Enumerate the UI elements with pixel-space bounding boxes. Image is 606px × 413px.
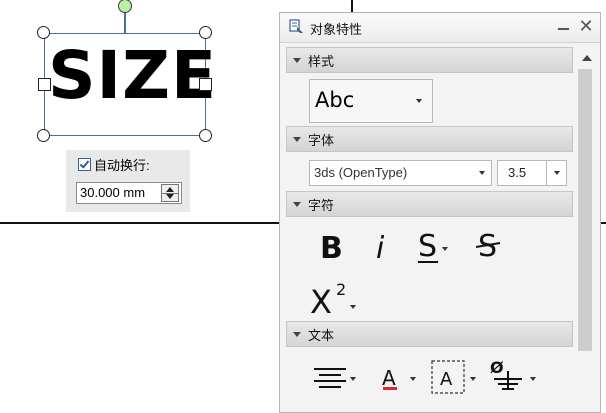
properties-icon	[289, 19, 303, 33]
svg-text:i: i	[376, 231, 385, 263]
wrap-width-input[interactable]: 30.000 mm	[76, 182, 182, 204]
svg-text:Ø: Ø	[490, 358, 504, 377]
checkmark-icon	[79, 158, 90, 169]
superscript-button[interactable]: X 2	[308, 277, 364, 317]
grip-bottom-right[interactable]	[199, 129, 212, 142]
svg-text:A: A	[440, 369, 453, 390]
chevron-down-icon	[554, 171, 560, 175]
text-color-button[interactable]: A	[380, 363, 422, 393]
italic-button[interactable]: i	[372, 231, 392, 263]
font-name-value: 3ds (OpenType)	[314, 165, 408, 180]
scroll-up-icon[interactable]	[582, 55, 592, 61]
auto-wrap-checkbox[interactable]	[78, 158, 91, 171]
bold-button[interactable]: B	[318, 231, 344, 263]
svg-text:2: 2	[336, 280, 346, 299]
auto-wrap-row[interactable]: 自动换行:	[78, 155, 150, 174]
section-style-label: 样式	[308, 54, 335, 69]
section-font-label: 字体	[308, 133, 335, 148]
svg-text:S: S	[418, 229, 437, 264]
minimize-button[interactable]	[556, 19, 570, 35]
collapse-triangle-icon	[293, 58, 301, 63]
panel-title-bar[interactable]: 对象特性 ✕	[280, 13, 600, 43]
grip-top-left[interactable]	[37, 26, 50, 39]
close-icon[interactable]: ✕	[577, 17, 595, 35]
text-frame-button[interactable]: A	[430, 359, 480, 395]
section-header-style[interactable]: 样式	[286, 47, 573, 73]
section-header-character[interactable]: 字符	[286, 191, 573, 217]
grip-top-right[interactable]	[199, 26, 212, 39]
font-size-dropdown[interactable]: 3.5	[497, 160, 567, 186]
text-style-value: Abc	[315, 88, 355, 112]
strikethrough-s-button[interactable]: S	[476, 229, 502, 265]
text-object-content[interactable]: SIZE	[48, 43, 217, 109]
svg-text:X: X	[310, 283, 332, 317]
rotation-grip[interactable]	[118, 0, 132, 13]
grip-middle-right[interactable]	[199, 78, 212, 91]
collapse-triangle-icon	[293, 202, 301, 207]
svg-text:A: A	[382, 366, 396, 390]
panel-title: 对象特性	[310, 22, 363, 37]
section-character-label: 字符	[308, 198, 335, 213]
scroll-thumb[interactable]	[578, 69, 592, 351]
align-button[interactable]	[310, 363, 362, 393]
collapse-triangle-icon	[293, 137, 301, 142]
stepper-up-icon[interactable]	[166, 187, 174, 192]
chevron-down-icon	[416, 99, 422, 103]
auto-wrap-box: 自动换行: 30.000 mm	[66, 150, 190, 212]
diameter-symbol-button[interactable]: Ø	[488, 357, 542, 397]
underline-s-button[interactable]: S	[416, 229, 450, 265]
object-properties-panel: 对象特性 ✕ 样式 Abc 字体 3ds (OpenType) 3.5 字符 B…	[279, 12, 601, 413]
wrap-width-stepper[interactable]	[161, 184, 179, 202]
section-header-font[interactable]: 字体	[286, 126, 573, 152]
collapse-triangle-icon	[293, 332, 301, 337]
text-style-dropdown[interactable]: Abc	[309, 79, 433, 123]
wrap-width-value: 30.000 mm	[80, 185, 146, 200]
section-header-text[interactable]: 文本	[286, 321, 573, 347]
stepper-down-icon[interactable]	[166, 194, 174, 199]
grip-middle-left[interactable]	[38, 78, 51, 91]
svg-text:B: B	[320, 231, 343, 263]
grip-bottom-left[interactable]	[37, 129, 50, 142]
panel-scrollbar[interactable]	[576, 47, 596, 357]
chevron-down-icon	[479, 171, 485, 175]
selected-text-object[interactable]: SIZE	[37, 0, 216, 142]
drawing-line-vertical	[351, 0, 353, 12]
font-name-dropdown[interactable]: 3ds (OpenType)	[309, 160, 492, 186]
font-size-value: 3.5	[508, 165, 527, 180]
auto-wrap-label: 自动换行:	[94, 158, 150, 173]
section-text-label: 文本	[308, 328, 335, 343]
